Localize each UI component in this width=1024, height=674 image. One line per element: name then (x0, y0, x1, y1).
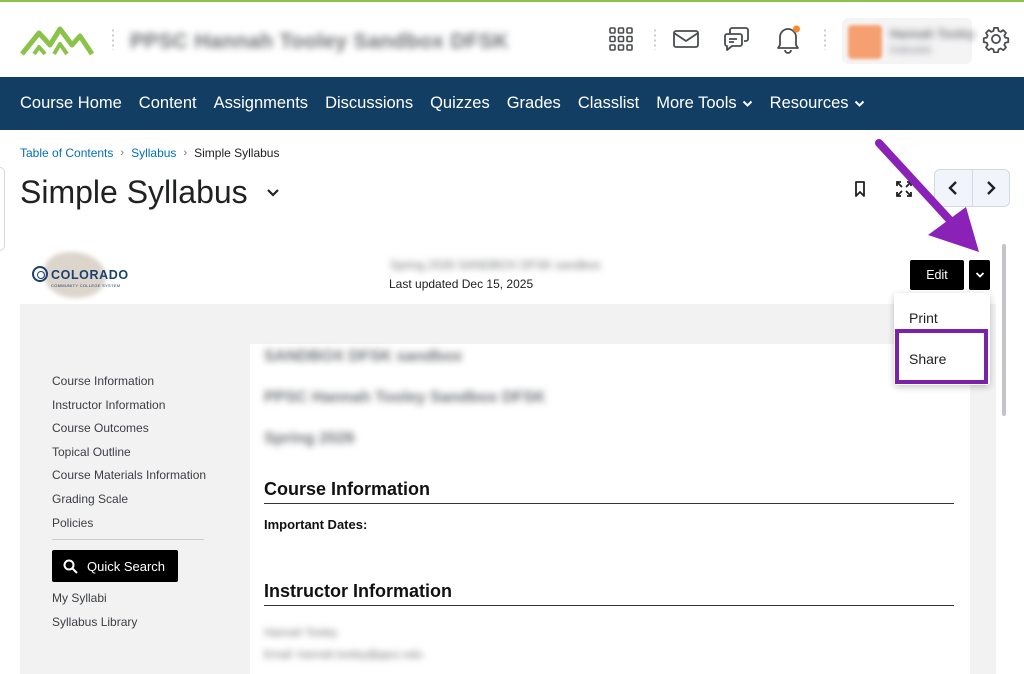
nav-label: More Tools (656, 94, 737, 112)
previous-topic-button[interactable] (935, 170, 972, 206)
waffle-icon[interactable] (607, 25, 635, 53)
nav-resources[interactable]: Resources (770, 94, 865, 113)
user-role: Instructor (890, 45, 932, 56)
syllabus-frame: COLORADO COMMUNITY COLLEGE SYSTEM Spring… (20, 244, 996, 674)
user-menu[interactable]: Hannah Tooley Instructor (842, 18, 976, 64)
institution-logo[interactable] (20, 24, 95, 61)
page-title: Simple Syllabus (20, 174, 248, 210)
more-options-button[interactable] (969, 260, 990, 290)
nav-classlist[interactable]: Classlist (578, 94, 639, 113)
toc-policies[interactable]: Policies (52, 512, 204, 536)
toc-grading-scale[interactable]: Grading Scale (52, 488, 204, 512)
toc-instructor-information[interactable]: Instructor Information (52, 394, 204, 418)
scrollbar[interactable] (1002, 244, 1006, 416)
breadcrumb: Table of Contents › Syllabus › Simple Sy… (20, 146, 279, 160)
title-options-chevron-icon[interactable] (265, 186, 281, 205)
nav-label: Quizzes (430, 94, 490, 112)
syllabus-body: Course Information Instructor Informatio… (20, 304, 996, 674)
toc-course-materials[interactable]: Course Materials Information (52, 464, 206, 488)
nav-discussions[interactable]: Discussions (325, 94, 413, 113)
breadcrumb-table-of-contents[interactable]: Table of Contents (20, 146, 113, 160)
divider-dots (654, 28, 656, 50)
course-name-line: PPSC Hannah Tooley Sandbox DFSK (264, 389, 546, 406)
divider-dots (112, 28, 114, 50)
course-information-heading: Course Information (264, 479, 954, 504)
seal-icon (32, 266, 48, 282)
toc-course-outcomes[interactable]: Course Outcomes (52, 417, 204, 441)
syllabus-library-link[interactable]: Syllabus Library (52, 611, 204, 635)
term-name-line: Spring 2026 (264, 430, 355, 447)
chevron-down-icon (854, 100, 864, 107)
fullscreen-icon[interactable] (895, 180, 913, 203)
nav-label: Classlist (577, 94, 640, 112)
chevron-right-icon: › (120, 147, 125, 159)
course-code-line: SANDBOX DFSK sandbox (264, 348, 463, 365)
nav-label: Grades (506, 94, 561, 112)
chevron-right-icon: › (183, 147, 188, 159)
search-icon (63, 559, 78, 574)
nav-label: Discussions (325, 94, 414, 112)
nav-content[interactable]: Content (139, 94, 197, 113)
topic-navigation (934, 169, 1010, 207)
divider-dots (824, 28, 826, 50)
chevron-down-icon (742, 100, 752, 107)
nav-label: Resources (769, 94, 849, 112)
nav-label: Course Home (20, 94, 122, 112)
breadcrumb-current: Simple Syllabus (194, 146, 280, 160)
menu-item-print[interactable]: Print (909, 310, 938, 326)
toc-course-information[interactable]: Course Information (52, 370, 204, 394)
last-updated: Last updated Dec 15, 2025 (389, 277, 534, 291)
course-title[interactable]: PPSC Hannah Tooley Sandbox DFSK (130, 30, 509, 54)
mail-icon[interactable] (671, 25, 701, 53)
nav-label: Assignments (213, 94, 309, 112)
share-highlight-box (895, 329, 988, 384)
quick-search-button[interactable]: Quick Search (52, 550, 178, 583)
nav-assignments[interactable]: Assignments (214, 94, 308, 113)
user-name: Hannah Tooley (890, 27, 976, 41)
nav-quizzes[interactable]: Quizzes (430, 94, 490, 113)
nav-course-home[interactable]: Course Home (20, 94, 122, 113)
chat-icon[interactable] (721, 24, 751, 54)
chevron-right-icon (986, 181, 996, 195)
edit-button[interactable]: Edit (910, 260, 964, 290)
quick-search-label: Quick Search (87, 558, 166, 574)
avatar (848, 25, 882, 59)
toc-topical-outline[interactable]: Topical Outline (52, 441, 204, 465)
syllabus-header: COLORADO COMMUNITY COLLEGE SYSTEM Spring… (20, 244, 996, 304)
important-dates-label: Important Dates: (264, 517, 368, 532)
chevron-left-icon (948, 181, 958, 195)
syllabus-content: SANDBOX DFSK sandbox PPSC Hannah Tooley … (250, 344, 970, 674)
minibar: PPSC Hannah Tooley Sandbox DFSK Hannah T… (0, 2, 1024, 77)
bell-icon[interactable] (773, 23, 803, 55)
gear-icon[interactable] (981, 24, 1011, 54)
logo-text: COLORADO (51, 268, 129, 282)
instructor-email: Email: hannah.tooley@ppcc.edu (264, 649, 423, 661)
nav-grades[interactable]: Grades (507, 94, 561, 113)
breadcrumb-syllabus[interactable]: Syllabus (131, 146, 176, 160)
instructor-name: Hannah Tooley (264, 627, 338, 639)
my-syllabi-link[interactable]: My Syllabi (52, 587, 204, 611)
logo-subtext: COMMUNITY COLLEGE SYSTEM (51, 283, 121, 288)
nav-more-tools[interactable]: More Tools (656, 94, 752, 113)
syllabus-table-of-contents: Course Information Instructor Informatio… (52, 370, 206, 635)
chevron-down-icon (975, 272, 984, 278)
divider (52, 539, 204, 541)
instructor-information-heading: Instructor Information (264, 581, 954, 606)
bookmark-icon[interactable] (852, 180, 868, 203)
course-navbar: Course Home Content Assignments Discussi… (0, 77, 1024, 130)
next-topic-button[interactable] (971, 170, 1010, 206)
colorado-ccs-logo: COLORADO COMMUNITY COLLEGE SYSTEM (30, 252, 140, 298)
side-panel-toggle[interactable] (0, 167, 5, 251)
term-line: Spring 2026 SANDBOX DFSK sandbox (390, 258, 601, 272)
nav-label: Content (138, 94, 197, 112)
